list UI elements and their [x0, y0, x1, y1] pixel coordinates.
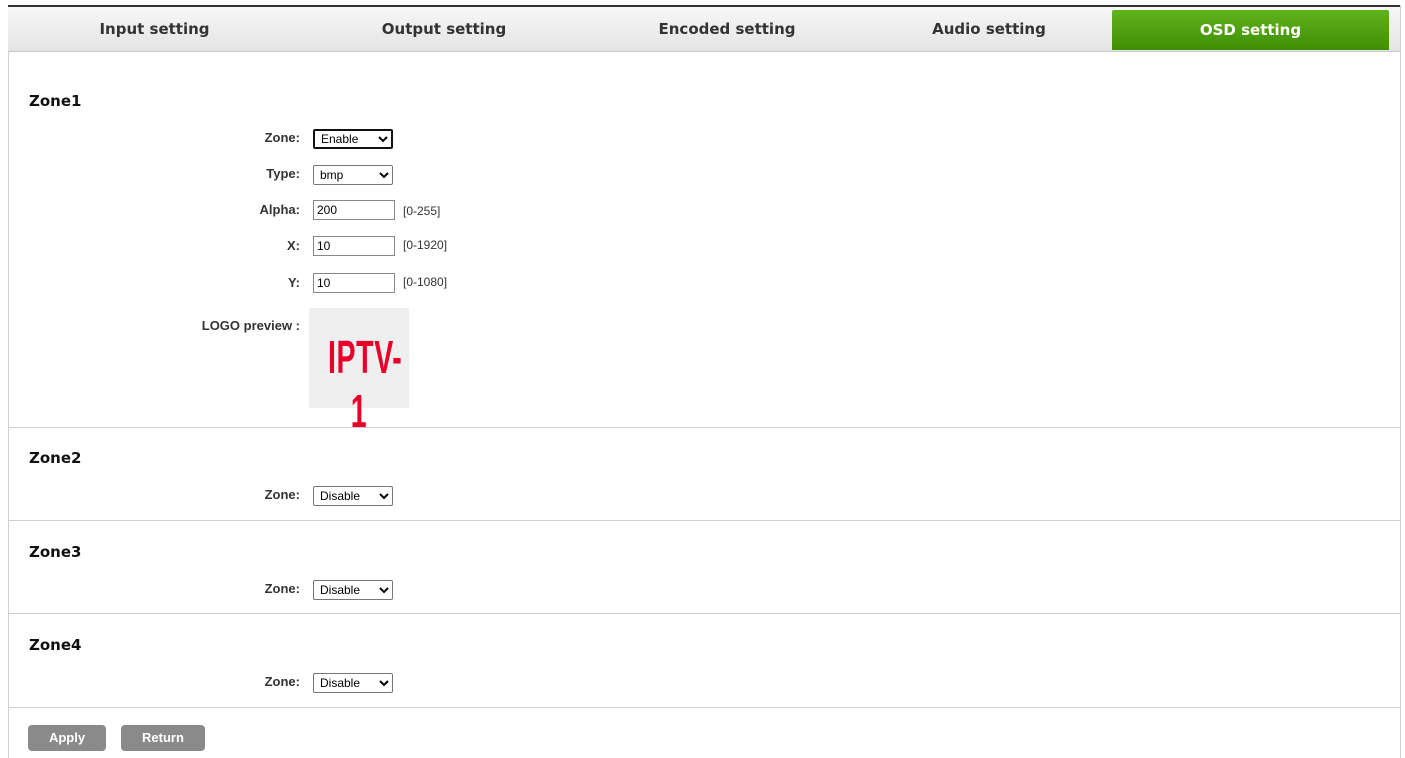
tab-osd-setting[interactable]: OSD setting: [1112, 10, 1389, 50]
zone4-title: Zone4: [29, 636, 82, 654]
zone1-y-input[interactable]: [313, 273, 395, 293]
zone-divider: [8, 613, 1400, 614]
zone3-title: Zone3: [29, 543, 82, 561]
zone1-x-input[interactable]: [313, 236, 395, 256]
zone4-zone-select[interactable]: Disable Enable: [313, 673, 393, 693]
zone1-alpha-label: Alpha:: [259, 202, 300, 217]
logo-preview-text: IPTV-1: [328, 331, 403, 437]
logo-preview-image: IPTV-1: [309, 308, 409, 437]
zone1-type-label: Type:: [266, 166, 300, 181]
zone2-zone-label: Zone:: [264, 487, 300, 502]
return-button[interactable]: Return: [121, 725, 205, 751]
zone2-zone-select[interactable]: Disable Enable: [313, 486, 393, 506]
zone-divider: [8, 707, 1400, 708]
tab-input-setting[interactable]: Input setting: [8, 7, 301, 51]
zone1-title: Zone1: [29, 92, 82, 110]
zone1-alpha-input[interactable]: [313, 200, 395, 220]
zone1-zone-select[interactable]: Enable Disable: [313, 129, 393, 149]
tab-output-setting[interactable]: Output setting: [301, 7, 587, 51]
zone-divider: [8, 520, 1400, 521]
zone3-zone-label: Zone:: [264, 581, 300, 596]
zone2-title: Zone2: [29, 449, 82, 467]
tab-bar: Input setting Output setting Encoded set…: [8, 5, 1400, 52]
zone1-alpha-range: [0-255]: [403, 204, 441, 218]
tab-audio-setting[interactable]: Audio setting: [867, 7, 1111, 51]
tab-encoded-setting[interactable]: Encoded setting: [587, 7, 867, 51]
zone1-logo-preview-label: LOGO preview :: [201, 318, 300, 333]
zone1-zone-label: Zone:: [264, 130, 300, 145]
zone3-zone-select[interactable]: Disable Enable: [313, 580, 393, 600]
zone1-x-range: [0-1920]: [403, 238, 448, 252]
zone1-x-label: X:: [287, 238, 300, 253]
zone1-y-label: Y:: [287, 275, 300, 290]
content-frame: [8, 5, 1401, 758]
apply-button[interactable]: Apply: [28, 725, 106, 751]
zone-divider: [8, 427, 1400, 428]
zone4-zone-label: Zone:: [264, 674, 300, 689]
zone1-type-select[interactable]: bmp: [313, 165, 393, 185]
zone1-y-range: [0-1080]: [403, 275, 448, 289]
